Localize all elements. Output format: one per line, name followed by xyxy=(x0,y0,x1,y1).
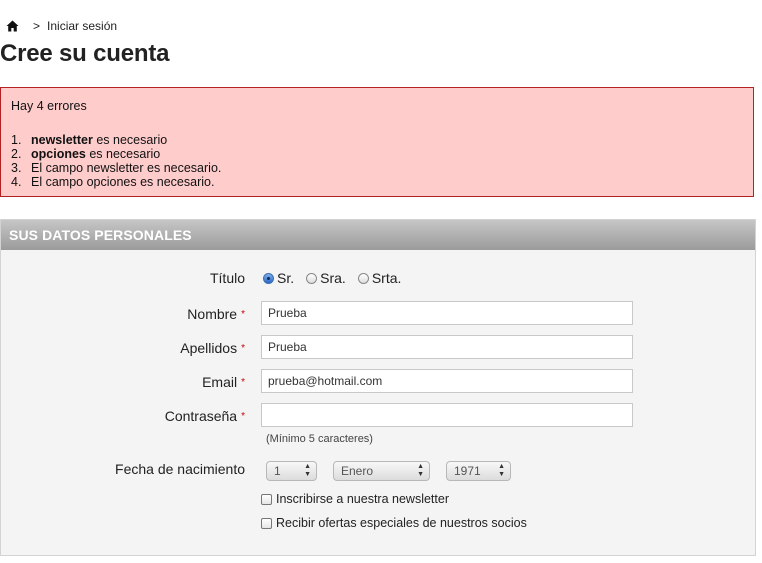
email-input[interactable] xyxy=(261,369,633,393)
radio-button[interactable] xyxy=(306,272,318,284)
offers-option[interactable]: Recibir ofertas especiales de nuestros s… xyxy=(261,516,527,530)
required-mark: * xyxy=(241,377,245,388)
stepper-arrows-icon: ▲ ▼ xyxy=(417,463,424,478)
birthdate-label: Fecha de nacimiento xyxy=(115,461,245,477)
breadcrumb-current: Iniciar sesión xyxy=(47,19,118,33)
radio-button[interactable] xyxy=(357,272,369,284)
required-mark: * xyxy=(241,411,245,422)
offers-checkbox[interactable] xyxy=(261,517,272,529)
apellidos-label: Apellidos * xyxy=(180,340,245,356)
breadcrumb-separator: > xyxy=(33,19,41,33)
radio-sra[interactable]: Sra. xyxy=(306,270,346,286)
newsletter-option[interactable]: Inscribirse a nuestra newsletter xyxy=(261,492,449,506)
newsletter-checkbox[interactable] xyxy=(261,493,272,505)
stepper-arrows-icon: ▲ ▼ xyxy=(498,463,505,478)
password-label: Contraseña * xyxy=(164,408,245,424)
error-count: Hay 4 errores xyxy=(11,99,87,113)
nombre-input[interactable] xyxy=(261,301,633,325)
password-hint: (Mínimo 5 caracteres) xyxy=(266,433,373,445)
radio-sr[interactable]: Sr. xyxy=(263,270,294,286)
email-label: Email * xyxy=(202,374,245,390)
radio-button[interactable] xyxy=(263,272,274,284)
personal-data-section: SUS DATOS PERSONALES Título Sr. Sra. Srt… xyxy=(0,219,756,556)
error-item: 4. El campo opciones es necesario. xyxy=(11,175,215,189)
required-mark: * xyxy=(241,343,245,354)
breadcrumb: > Iniciar sesión xyxy=(6,19,117,33)
title-radio-group: Sr. Sra. Srta. xyxy=(263,270,413,286)
error-item: 1. newsletter es necesario xyxy=(11,133,168,147)
required-mark: * xyxy=(241,309,245,320)
offers-label: Recibir ofertas especiales de nuestros s… xyxy=(276,516,527,530)
birth-month-select[interactable]: Enero ▲ ▼ xyxy=(333,461,430,481)
section-legend: SUS DATOS PERSONALES xyxy=(1,220,755,250)
home-icon[interactable] xyxy=(6,20,19,32)
error-list: 1. newsletter es necesario 2. opciones es … xyxy=(11,133,221,189)
password-input[interactable] xyxy=(261,403,633,427)
apellidos-input[interactable] xyxy=(261,335,633,359)
error-item: 2. opciones es necesario xyxy=(11,147,161,161)
newsletter-label: Inscribirse a nuestra newsletter xyxy=(276,492,449,506)
radio-srta[interactable]: Srta. xyxy=(357,270,401,286)
title-label: Título xyxy=(209,270,245,286)
nombre-label: Nombre * xyxy=(187,306,245,322)
birth-year-select[interactable]: 1971 ▲ ▼ xyxy=(446,461,511,481)
birth-day-select[interactable]: 1 ▲ ▼ xyxy=(266,461,317,481)
error-item: 3. El campo newsletter es necesario. xyxy=(11,161,222,175)
stepper-arrows-icon: ▲ ▼ xyxy=(304,463,311,478)
page-title: Cree su cuenta xyxy=(0,40,170,67)
error-box: Hay 4 errores 1. newsletter es necesario … xyxy=(0,87,754,197)
